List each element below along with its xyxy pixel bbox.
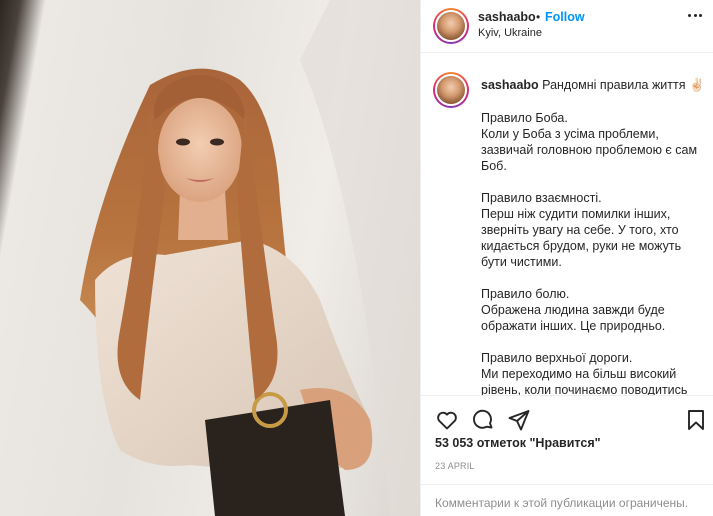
caption-body: Правило Боба. Коли у Боба з усіма пробле… xyxy=(481,110,701,395)
username-link[interactable]: sashaabo xyxy=(478,10,536,24)
caption-paragraph: Правило болю. Ображена людина завжди буд… xyxy=(481,287,666,333)
post-actions: 53 053 отметок "Нравится" 23 APRIL Комме… xyxy=(421,395,713,516)
follow-button[interactable]: Follow xyxy=(545,10,585,24)
avatar[interactable] xyxy=(433,8,469,44)
caption-paragraph: Правило верхньої дороги. Ми переходимо н… xyxy=(481,351,688,395)
caption-title: Рандомні правила життя ✌🏻 xyxy=(542,78,705,92)
post-date[interactable]: 23 APRIL xyxy=(435,461,475,471)
post-header: sashaabo • Follow Kyiv, Ukraine xyxy=(421,0,713,53)
comments-bar: Комментарии к этой публикации ограничены… xyxy=(421,484,713,516)
caption-paragraph: Правило Боба. Коли у Боба з усіма пробле… xyxy=(481,111,698,173)
caption-avatar[interactable] xyxy=(433,72,469,108)
location-link[interactable]: Kyiv, Ukraine xyxy=(478,27,542,39)
comment-icon[interactable] xyxy=(471,408,495,432)
heart-icon[interactable] xyxy=(435,408,459,432)
caption-area[interactable]: sashaabo Рандомні правила життя ✌🏻 Прави… xyxy=(421,53,713,395)
comments-restricted-text: Комментарии к этой публикации ограничены… xyxy=(435,496,689,510)
caption-username[interactable]: sashaabo xyxy=(481,78,539,92)
share-icon[interactable] xyxy=(507,408,531,432)
post-photo[interactable] xyxy=(0,0,420,516)
caption-paragraph: Правило взаємності. Перш ніж судити поми… xyxy=(481,191,682,269)
likes-count[interactable]: 53 053 отметок "Нравится" xyxy=(435,436,601,450)
more-icon[interactable] xyxy=(688,14,703,18)
bookmark-icon[interactable] xyxy=(684,408,708,432)
caption-header: sashaabo Рандомні правила життя ✌🏻 xyxy=(481,77,706,93)
photo-image xyxy=(80,0,420,516)
post-panel: sashaabo • Follow Kyiv, Ukraine sashaabo… xyxy=(420,0,713,516)
separator-dot: • xyxy=(536,10,541,24)
